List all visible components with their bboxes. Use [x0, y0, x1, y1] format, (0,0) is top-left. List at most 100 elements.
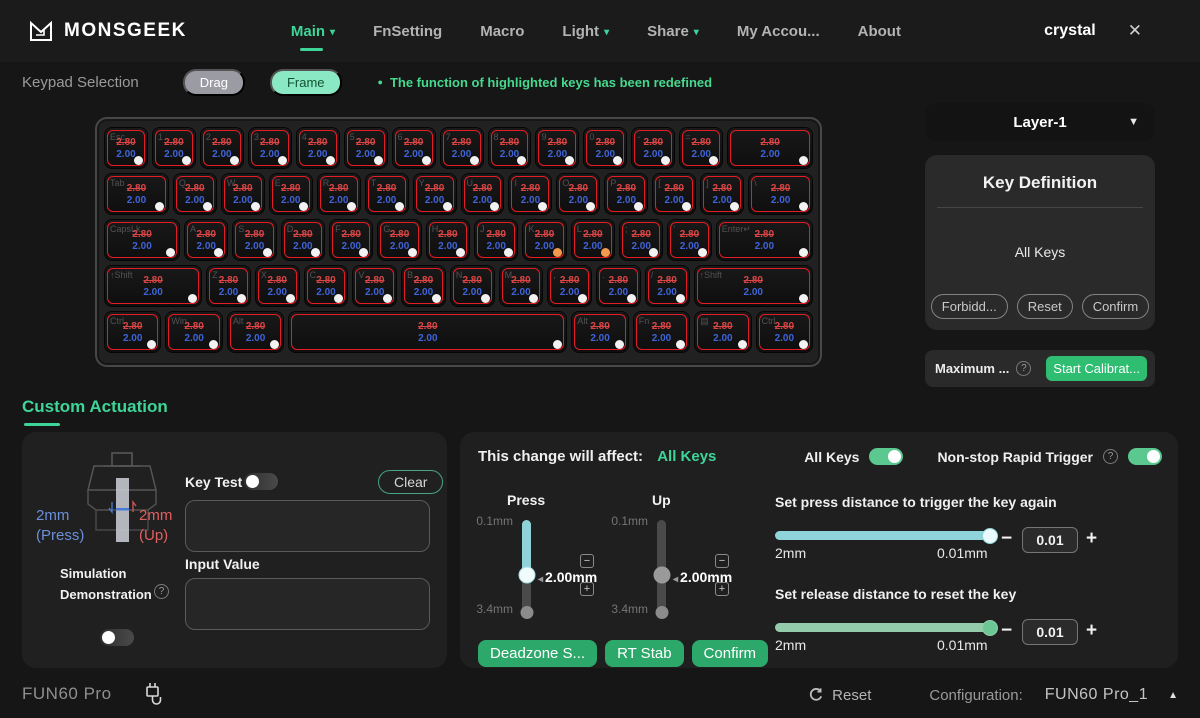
layer-dropdown[interactable]: Layer-1 ▼	[925, 103, 1155, 141]
key-period[interactable]: .2.802.00	[597, 266, 640, 306]
key-w[interactable]: W2.802.00	[222, 174, 264, 214]
key-left-shift[interactable]: ↑Shift2.802.00	[105, 266, 201, 306]
press-slider-handle[interactable]	[518, 566, 535, 583]
key-f[interactable]: F2.802.00	[330, 220, 372, 260]
configuration-value[interactable]: FUN60 Pro_1	[1045, 686, 1148, 704]
key-c[interactable]: C2.802.00	[305, 266, 348, 306]
close-icon[interactable]: ✕	[1128, 21, 1142, 41]
key-i[interactable]: I2.802.00	[509, 174, 551, 214]
key-5[interactable]: 52.802.00	[345, 128, 387, 168]
press-distance-track[interactable]	[775, 531, 995, 540]
nav-item-my-accou[interactable]: My Accou...	[737, 23, 820, 40]
key-slash[interactable]: /2.802.00	[646, 266, 689, 306]
press-slider-track[interactable]	[522, 520, 531, 616]
nav-item-fnsetting[interactable]: FnSetting	[373, 23, 442, 40]
key-g[interactable]: G2.802.00	[378, 220, 420, 260]
key-v[interactable]: V2.802.00	[353, 266, 396, 306]
drag-button[interactable]: Drag	[183, 69, 245, 96]
key-key[interactable]: =2.802.00	[680, 128, 722, 168]
key-e[interactable]: E2.802.00	[270, 174, 312, 214]
key-quote[interactable]: '2.802.00	[668, 220, 710, 260]
key-right-shift[interactable]: ↑Shift2.802.00	[695, 266, 813, 306]
keydef-forbidd-button[interactable]: Forbidd...	[931, 294, 1008, 319]
frame-button[interactable]: Frame	[270, 69, 342, 96]
chevron-up-icon[interactable]: ▲	[1168, 690, 1178, 701]
key-9[interactable]: 92.802.00	[536, 128, 578, 168]
confirm-button[interactable]: Confirm	[692, 640, 769, 667]
key-backslash[interactable]: \2.802.00	[749, 174, 812, 214]
key-k[interactable]: K2.802.00	[523, 220, 565, 260]
key-t[interactable]: T2.802.00	[366, 174, 408, 214]
key-7[interactable]: 72.802.00	[441, 128, 483, 168]
key-4[interactable]: 42.802.00	[297, 128, 339, 168]
key-o[interactable]: O2.802.00	[557, 174, 599, 214]
release-distance-handle[interactable]	[982, 620, 998, 636]
help-icon[interactable]: ?	[1103, 449, 1118, 464]
nav-item-macro[interactable]: Macro	[480, 23, 524, 40]
simulation-demo-toggle[interactable]	[100, 629, 134, 646]
key-b[interactable]: B2.802.00	[402, 266, 445, 306]
key-p[interactable]: P2.802.00	[605, 174, 647, 214]
key-0[interactable]: 02.802.00	[584, 128, 626, 168]
key-menu[interactable]: ▤2.802.00	[695, 312, 750, 352]
up-plus-stepper[interactable]: +	[715, 582, 729, 596]
key-test-toggle[interactable]	[244, 473, 278, 490]
key-n[interactable]: N2.802.00	[451, 266, 494, 306]
press-distance-plus-button[interactable]: +	[1086, 529, 1097, 548]
key-win[interactable]: Win2.802.00	[166, 312, 221, 352]
key-y[interactable]: Y2.802.00	[414, 174, 456, 214]
help-icon[interactable]: ?	[1016, 361, 1031, 376]
key-esc[interactable]: Esc2.802.00	[105, 128, 147, 168]
clear-button[interactable]: Clear	[378, 470, 443, 494]
release-distance-plus-button[interactable]: +	[1086, 621, 1097, 640]
keydef-confirm-button[interactable]: Confirm	[1082, 294, 1150, 319]
nav-item-about[interactable]: About	[858, 23, 901, 40]
rt-stab-button[interactable]: RT Stab	[605, 640, 683, 667]
key-z[interactable]: Z2.802.00	[207, 266, 250, 306]
key-3[interactable]: 32.802.00	[249, 128, 291, 168]
nav-item-share[interactable]: Share▾	[647, 23, 699, 40]
key-fn[interactable]: Fn2.802.00	[634, 312, 689, 352]
release-distance-minus-button[interactable]: −	[1001, 621, 1012, 640]
key-6[interactable]: 62.802.00	[393, 128, 435, 168]
key-u[interactable]: U2.802.00	[462, 174, 504, 214]
key-a[interactable]: A2.802.00	[185, 220, 227, 260]
key-left-ctrl[interactable]: Ctrl2.802.00	[105, 312, 160, 352]
up-slider-track[interactable]	[657, 520, 666, 616]
press-minus-stepper[interactable]: −	[580, 554, 594, 568]
user-name[interactable]: crystal	[1044, 22, 1096, 40]
start-calibration-button[interactable]: Start Calibrat...	[1046, 356, 1147, 381]
press-distance-minus-button[interactable]: −	[1001, 529, 1012, 548]
nav-item-main[interactable]: Main▾	[291, 23, 335, 40]
up-slider-handle[interactable]	[653, 566, 670, 583]
key-1[interactable]: 12.802.00	[153, 128, 195, 168]
key-key[interactable]: -2.802.00	[632, 128, 674, 168]
key-h[interactable]: H2.802.00	[427, 220, 469, 260]
key-key[interactable]: ]2.802.00	[701, 174, 743, 214]
key-backspace[interactable]: 2.802.00	[728, 128, 812, 168]
release-distance-value-input[interactable]	[1022, 619, 1078, 645]
key-m[interactable]: M2.802.00	[500, 266, 543, 306]
nav-item-light[interactable]: Light▾	[562, 23, 609, 40]
press-distance-handle[interactable]	[982, 528, 998, 544]
key-j[interactable]: J2.802.00	[475, 220, 517, 260]
key-d[interactable]: D2.802.00	[282, 220, 324, 260]
key-right-alt[interactable]: Alt2.802.00	[572, 312, 627, 352]
help-icon[interactable]: ?	[154, 584, 169, 599]
release-distance-track[interactable]	[775, 623, 995, 632]
key-left-alt[interactable]: Alt2.802.00	[228, 312, 283, 352]
press-distance-value-input[interactable]	[1022, 527, 1078, 553]
keydef-reset-button[interactable]: Reset	[1017, 294, 1073, 319]
key-test-output[interactable]	[185, 500, 430, 552]
key-s[interactable]: S2.802.00	[233, 220, 275, 260]
key-comma[interactable]: ,2.802.00	[548, 266, 591, 306]
key-enter[interactable]: Enter↵2.802.00	[717, 220, 812, 260]
input-value-field[interactable]	[185, 578, 430, 630]
key-capslk[interactable]: CapsLk2.802.00	[105, 220, 179, 260]
key-q[interactable]: Q2.802.00	[174, 174, 216, 214]
key-8[interactable]: 82.802.00	[489, 128, 531, 168]
key-l[interactable]: L2.802.00	[572, 220, 614, 260]
key-semicolon[interactable]: ;2.802.00	[620, 220, 662, 260]
rapid-trigger-toggle[interactable]	[1128, 448, 1162, 465]
up-minus-stepper[interactable]: −	[715, 554, 729, 568]
